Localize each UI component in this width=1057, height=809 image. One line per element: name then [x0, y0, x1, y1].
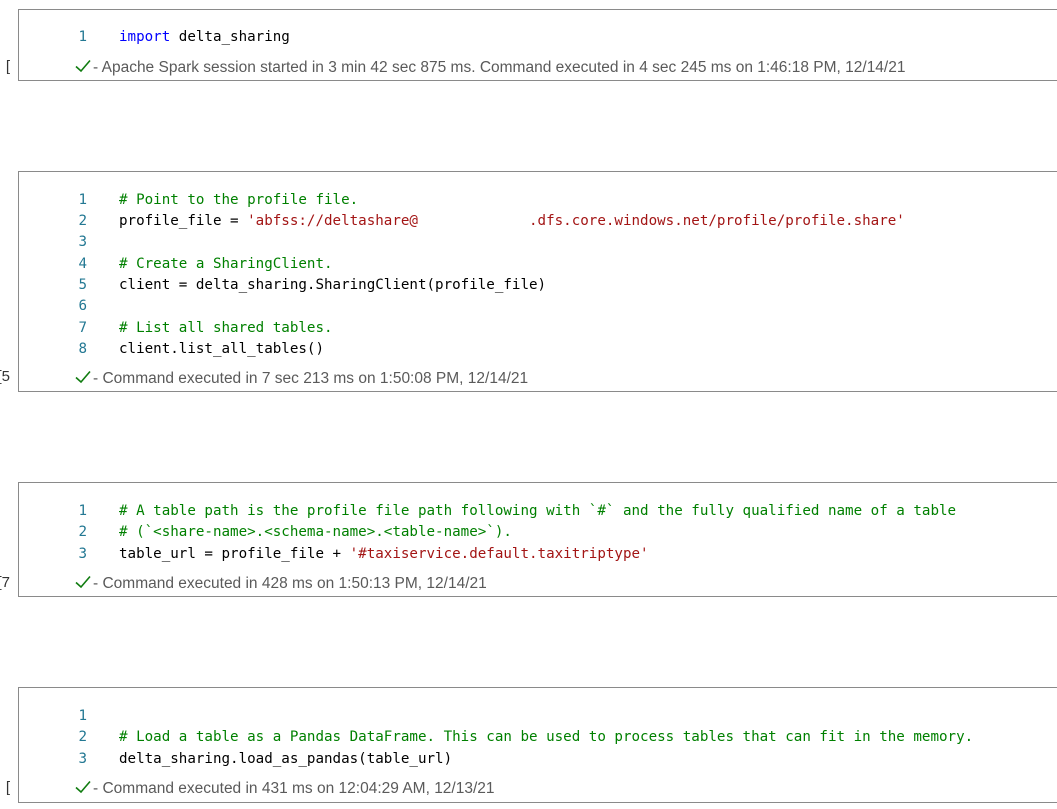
code-text: client.list_all_tables() [119, 339, 324, 360]
line-number: 4 [78, 256, 87, 272]
status-text: - Command executed in 7 sec 213 ms on 1:… [93, 370, 529, 387]
code-text: import delta_sharing [119, 27, 290, 48]
code-token: profile_file = [119, 213, 248, 229]
comment-token: # Point to the profile file. [119, 192, 359, 208]
line-number: 2 [78, 729, 87, 745]
line-number: 1 [78, 29, 87, 45]
status-text: - Command executed in 428 ms on 1:50:13 … [93, 575, 487, 592]
execution-count: ] [5, 58, 10, 75]
code-text: profile_file = 'abfss://deltashare@ .dfs… [119, 211, 905, 232]
code-text: # List all shared tables. [119, 318, 333, 339]
line-number: 1 [78, 708, 87, 724]
line-number: 5 [78, 277, 87, 293]
check-icon [75, 370, 91, 384]
line-number: 3 [78, 234, 87, 250]
comment-token: # Create a SharingClient. [119, 256, 333, 272]
code-token: client.list_all_tables() [119, 341, 324, 357]
execution-count: ] [5, 779, 10, 796]
string-token: 'abfss://deltashare@ [247, 213, 418, 229]
code-token: table_url = profile_file + [119, 546, 350, 562]
code-text: client = delta_sharing.SharingClient(pro… [119, 275, 546, 296]
execution-count: 5] [0, 368, 10, 385]
string-token: .dfs.core.windows.net/profile/profile.sh… [529, 213, 905, 229]
code-text: table_url = profile_file + '#taxiservice… [119, 544, 649, 565]
code-cell-sharing-client[interactable]: 1 # Point to the profile file. 2 profile_f… [18, 171, 1057, 392]
execution-status: - Command executed in 431 ms on 12:04:29… [74, 778, 495, 800]
code-text: # Create a SharingClient. [119, 254, 333, 275]
line-number: 2 [78, 213, 87, 229]
comment-token: # Load a table as a Pandas DataFrame. Th… [119, 729, 974, 745]
comment-token: # List all shared tables. [119, 320, 333, 336]
code-token: client = delta_sharing.SharingClient(pro… [119, 277, 547, 293]
execution-count: 7] [0, 574, 10, 591]
line-number: 8 [78, 341, 87, 357]
comment-token: # (`<share-name>.<schema-name>.<table-na… [119, 524, 512, 540]
line-number: 3 [78, 751, 87, 767]
line-number: 2 [78, 524, 87, 540]
line-number: 1 [78, 503, 87, 519]
execution-status: - Command executed in 428 ms on 1:50:13 … [74, 573, 487, 595]
status-text: - Apache Spark session started in 3 min … [93, 59, 906, 76]
comment-token: # A table path is the profile file path … [119, 503, 957, 519]
line-number: 1 [78, 192, 87, 208]
execution-status: - Command executed in 7 sec 213 ms on 1:… [74, 368, 528, 390]
code-cell-load-pandas[interactable]: 1 2 # Load a table as a Pandas DataFrame.… [18, 687, 1057, 803]
code-token: delta_sharing [170, 29, 290, 45]
check-icon [75, 780, 91, 794]
code-token: delta_sharing.load_as_pandas(table_url) [119, 751, 453, 767]
line-number: 3 [78, 546, 87, 562]
code-cell-table-url[interactable]: 1 # A table path is the profile file path… [18, 482, 1057, 597]
code-cell-import[interactable]: 1 import delta_sharing - Apache Spark ses… [18, 9, 1057, 81]
line-number: 6 [78, 298, 87, 314]
code-text: # Point to the profile file. [119, 190, 358, 211]
check-icon [75, 575, 91, 589]
line-number: 7 [78, 320, 87, 336]
string-token: '#taxiservice.default.taxitriptype' [349, 546, 649, 562]
code-text: # (`<share-name>.<schema-name>.<table-na… [119, 522, 512, 543]
code-text: # A table path is the profile file path … [119, 501, 956, 522]
execution-status: - Apache Spark session started in 3 min … [74, 57, 905, 79]
check-icon [75, 59, 91, 73]
code-text: # Load a table as a Pandas DataFrame. Th… [119, 727, 973, 748]
status-text: - Command executed in 431 ms on 12:04:29… [93, 780, 495, 797]
keyword-token: import [119, 29, 171, 45]
code-text: delta_sharing.load_as_pandas(table_url) [119, 749, 452, 770]
